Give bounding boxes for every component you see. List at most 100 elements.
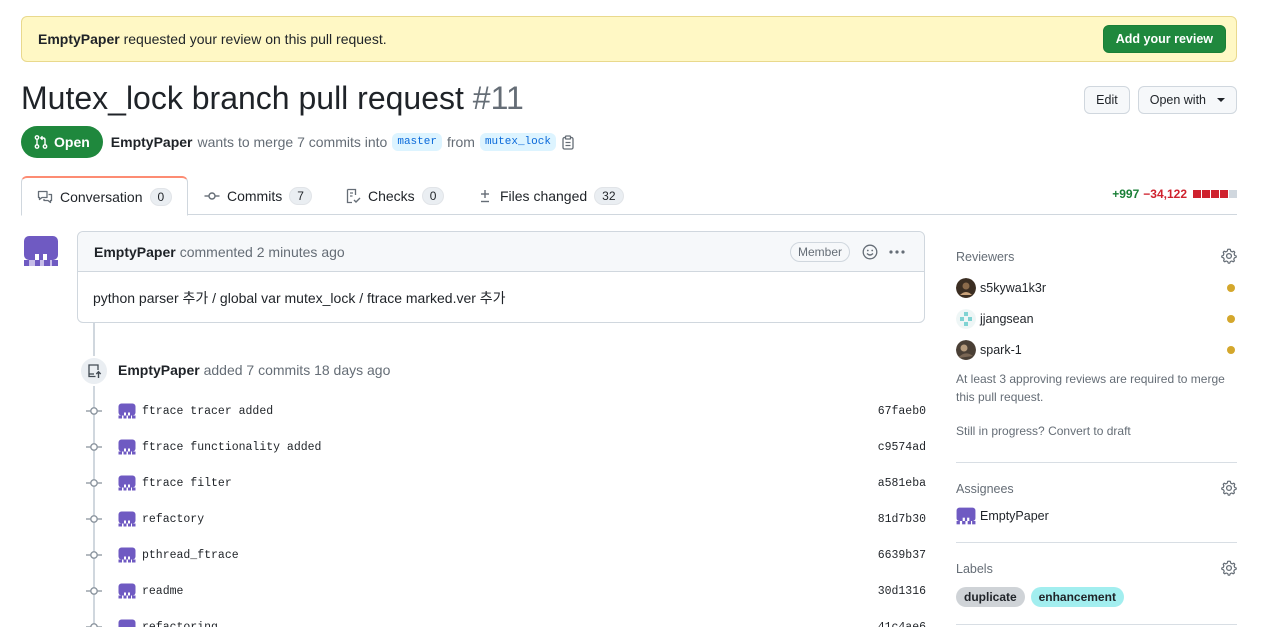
tab-checks[interactable]: Checks 0 [330, 176, 459, 215]
gear-icon[interactable] [1221, 560, 1237, 576]
pr-status-row: Open EmptyPaper wants to merge 7 commits… [21, 126, 575, 158]
commit-author-avatar[interactable] [118, 402, 136, 420]
git-commit-icon [86, 479, 102, 487]
open-with-button[interactable]: Open with [1137, 86, 1237, 114]
banner-requester[interactable]: EmptyPaper [38, 31, 120, 47]
comment-author-avatar[interactable] [23, 233, 59, 269]
copy-icon[interactable] [561, 134, 575, 150]
commit-author-avatar[interactable] [118, 438, 136, 456]
review-requirement-note: At least 3 approving reviews are require… [956, 372, 1225, 404]
commit-sha[interactable]: 41c4ae6 [878, 621, 926, 627]
commit-row[interactable]: refactoring 41c4ae6 [86, 617, 926, 627]
tab-conversation[interactable]: Conversation 0 [21, 176, 189, 216]
commit-message[interactable]: pthread_ftrace [142, 549, 239, 562]
comment-header: EmptyPaper commented 2 minutes ago Membe… [78, 232, 924, 272]
edit-button[interactable]: Edit [1084, 86, 1130, 114]
git-commit-icon [86, 551, 102, 559]
commit-sha[interactable]: c9574ad [878, 441, 926, 454]
tab-label: Checks [368, 187, 415, 204]
commit-row[interactable]: pthread_ftrace 6639b37 [86, 545, 926, 565]
sidebar-divider [956, 624, 1237, 625]
pr-author-link[interactable]: EmptyPaper [111, 134, 193, 150]
commit-author-avatar[interactable] [118, 510, 136, 528]
label-enhancement[interactable]: enhancement [1030, 587, 1124, 607]
reviewers-title[interactable]: Reviewers [956, 248, 1237, 266]
merge-text-1: wants to merge 7 commits into [197, 134, 388, 150]
git-commit-icon [86, 407, 102, 415]
commit-author-avatar[interactable] [118, 546, 136, 564]
tab-label: Files changed [500, 187, 588, 204]
tab-count: 0 [149, 187, 173, 206]
commit-sha[interactable]: 30d1316 [878, 585, 926, 598]
git-commit-icon [86, 587, 102, 595]
label-duplicate[interactable]: duplicate [956, 587, 1025, 607]
sidebar-assignees: Assignees EmptyPaper [956, 480, 1237, 534]
commit-message[interactable]: ftrace tracer added [142, 405, 273, 418]
pr-state-label: Open [54, 134, 90, 150]
review-request-banner: EmptyPaper requested your review on this… [21, 16, 1237, 62]
commit-author-avatar[interactable] [118, 618, 136, 627]
push-author[interactable]: EmptyPaper [118, 362, 200, 378]
file-diff-icon [481, 189, 489, 202]
comment-author[interactable]: EmptyPaper [94, 244, 176, 260]
base-branch[interactable]: master [392, 133, 442, 151]
diffstat-block [1211, 190, 1219, 198]
commit-sha[interactable]: 67faeb0 [878, 405, 926, 418]
smiley-icon[interactable] [862, 244, 878, 260]
reviewer-name: spark-1 [980, 342, 1022, 357]
sidebar-divider [956, 462, 1237, 463]
reviewer-row[interactable]: jjangsean [956, 303, 1237, 334]
commit-message[interactable]: readme [142, 585, 183, 598]
tab-count: 32 [594, 186, 624, 205]
open-with-label: Open with [1149, 93, 1206, 107]
commit-author-avatar[interactable] [118, 582, 136, 600]
add-review-button[interactable]: Add your review [1102, 25, 1226, 53]
head-branch[interactable]: mutex_lock [479, 133, 556, 151]
banner-message: requested your review on this pull reque… [123, 31, 387, 47]
labels-title[interactable]: Labels [956, 560, 1237, 578]
label-list: duplicate enhancement [956, 587, 1237, 607]
commit-message[interactable]: refactory [142, 513, 204, 526]
commit-message[interactable]: refactoring [142, 621, 218, 627]
pending-review-dot [1227, 283, 1235, 292]
commit-row[interactable]: ftrace functionality added c9574ad [86, 437, 926, 457]
commit-author-avatar[interactable] [118, 474, 136, 492]
diffstat: +997 −34,122 [1112, 187, 1237, 201]
tab-files-changed[interactable]: Files changed 32 [462, 176, 639, 215]
diffstat-block [1202, 190, 1210, 198]
sidebar-divider [956, 542, 1237, 543]
header-actions: Edit Open with [1084, 86, 1237, 114]
pending-review-dot [1227, 345, 1235, 354]
member-badge: Member [789, 241, 850, 262]
sidebar-reviewers: Reviewers s5kywa1k3r jjangsean spark-1 A… [956, 248, 1237, 438]
commit-row[interactable]: ftrace tracer added 67faeb0 [86, 401, 926, 421]
tab-count: 0 [421, 186, 445, 205]
comment-body: python parser 추가 / global var mutex_lock… [93, 290, 506, 306]
git-commit-icon [86, 443, 102, 451]
assignee-row[interactable]: EmptyPaper [956, 498, 1237, 534]
push-description: added 7 commits 18 days ago [203, 362, 391, 378]
commit-message[interactable]: ftrace functionality added [142, 441, 321, 454]
convert-to-draft-link[interactable]: Convert to draft [1048, 424, 1131, 438]
reviewer-row[interactable]: spark-1 [956, 334, 1237, 365]
tab-count: 7 [289, 186, 312, 205]
commit-sha[interactable]: 6639b37 [878, 549, 926, 562]
tab-label: Conversation [60, 188, 143, 205]
gear-icon[interactable] [1221, 248, 1237, 264]
kebab-horizontal-icon[interactable] [888, 244, 906, 260]
sidebar-labels: Labels duplicate enhancement [956, 560, 1237, 607]
pr-state-badge: Open [21, 126, 103, 158]
commit-row[interactable]: readme 30d1316 [86, 581, 926, 601]
comment-timestamp: commented 2 minutes ago [179, 243, 345, 260]
gear-icon[interactable] [1221, 480, 1237, 496]
assignees-title[interactable]: Assignees [956, 480, 1237, 498]
commit-sha[interactable]: a581eba [878, 477, 926, 490]
pr-title: Mutex_lock branch pull request #11 [21, 80, 524, 117]
draft-prefix: Still in progress? [956, 424, 1045, 438]
commit-row[interactable]: ftrace filter a581eba [86, 473, 926, 493]
reviewer-row[interactable]: s5kywa1k3r [956, 272, 1237, 303]
commit-sha[interactable]: 81d7b30 [878, 513, 926, 526]
commit-message[interactable]: ftrace filter [142, 477, 232, 490]
tab-commits[interactable]: Commits 7 [189, 176, 327, 215]
commit-row[interactable]: refactory 81d7b30 [86, 509, 926, 529]
